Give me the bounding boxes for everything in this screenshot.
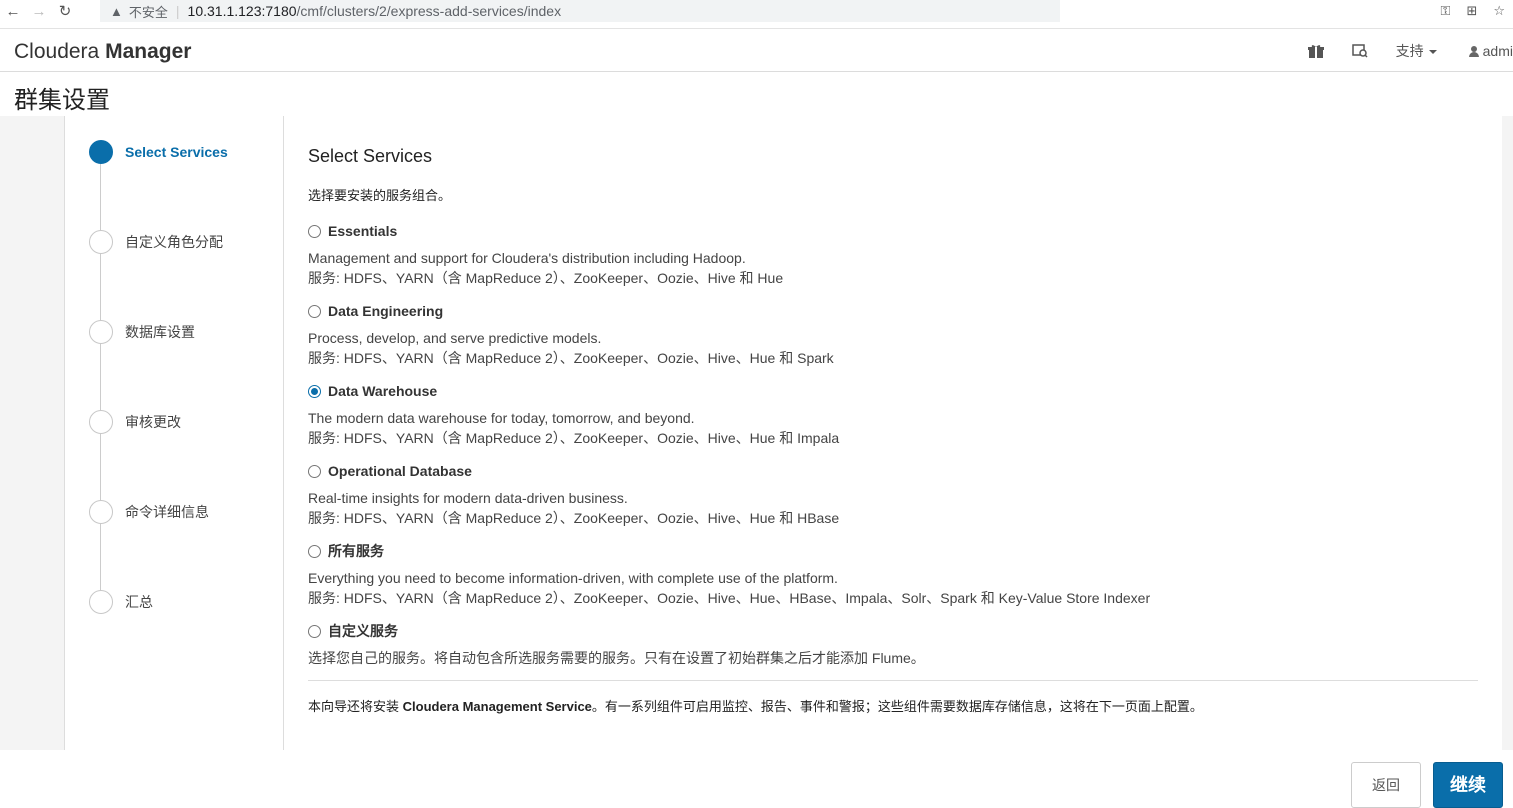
option-description: Real-time insights for modern data-drive…	[308, 490, 628, 506]
support-label: 支持	[1395, 43, 1424, 59]
option-custom-services[interactable]: 自定义服务 选择您自己的服务。将自动包含所选服务需要的服务。只有在设置了初始群集…	[308, 622, 925, 668]
translate-icon[interactable]: ⊞	[1466, 3, 1477, 19]
caret-down-icon	[1428, 50, 1437, 55]
option-name[interactable]: Data Engineering	[328, 303, 443, 319]
search-document-icon[interactable]	[1351, 44, 1368, 58]
footer-note-bold: Cloudera Management Service	[402, 699, 592, 714]
option-all-services[interactable]: 所有服务 Everything you need to become infor…	[308, 542, 1150, 608]
radio-button[interactable]	[308, 624, 321, 638]
step-label: 审核更改	[125, 414, 181, 430]
option-services: 服务: HDFS、YARN（含 MapReduce 2）、ZooKeeper、O…	[308, 590, 1151, 606]
gift-icon[interactable]	[1307, 44, 1324, 58]
continue-button[interactable]: 继续	[1433, 762, 1503, 808]
header-actions: 支持 admi	[1307, 41, 1513, 61]
main-panel: Select Services 选择要安装的服务组合。 Essentials M…	[284, 116, 1502, 750]
option-name[interactable]: Data Warehouse	[328, 383, 437, 399]
security-label[interactable]: 不安全	[129, 2, 168, 21]
option-description: 选择您自己的服务。将自动包含所选服务需要的服务。只有在设置了初始群集之后才能添加…	[308, 650, 925, 666]
brand-light: Cloudera	[14, 40, 100, 63]
browser-actions: ⚿ ⊞ ☆	[1441, 0, 1505, 22]
option-operational-database[interactable]: Operational Database Real-time insights …	[308, 462, 839, 528]
brand-logo[interactable]: Cloudera Manager	[14, 40, 191, 64]
star-icon[interactable]: ☆	[1493, 3, 1505, 19]
address-bar[interactable]: ▲ 不安全 | 10.31.1.123:7180/cmf/clusters/2/…	[100, 0, 1060, 22]
wizard-steps: Select Services 自定义角色分配 数据库设置 审核更改 命令详细信…	[64, 116, 284, 750]
footer-note: 本向导还将安装 Cloudera Management Service。有一系列…	[308, 696, 1203, 715]
step-select-services[interactable]: Select Services	[89, 140, 228, 164]
footer-note-post: 。有一系列组件可启用监控、报告、事件和警报；这些组件需要数据库存储信息，这将在下…	[591, 699, 1203, 714]
step-indicator	[89, 410, 113, 434]
step-database-setup[interactable]: 数据库设置	[89, 320, 195, 344]
step-custom-role-assignment[interactable]: 自定义角色分配	[89, 230, 223, 254]
option-description: The modern data warehouse for today, tom…	[308, 410, 695, 426]
option-name[interactable]: Operational Database	[328, 463, 472, 479]
step-label: 自定义角色分配	[125, 234, 223, 250]
brand-bold: Manager	[105, 40, 192, 63]
step-indicator	[89, 140, 113, 164]
option-name[interactable]: 所有服务	[328, 541, 384, 561]
section-title: Select Services	[308, 146, 433, 166]
option-name[interactable]: Essentials	[328, 223, 397, 239]
user-menu[interactable]: admi	[1468, 43, 1513, 59]
content-area: Select Services 自定义角色分配 数据库设置 审核更改 命令详细信…	[0, 116, 1513, 750]
step-indicator	[89, 500, 113, 524]
page-title: 群集设置	[14, 87, 110, 114]
footer-note-pre: 本向导还将安装	[308, 699, 403, 714]
warning-icon: ▲	[110, 3, 123, 19]
option-data-warehouse[interactable]: Data Warehouse The modern data warehouse…	[308, 382, 839, 448]
forward-arrow-icon[interactable]: →	[26, 3, 52, 20]
radio-button-checked[interactable]	[308, 384, 321, 398]
reload-icon[interactable]: ↻	[52, 2, 78, 20]
option-data-engineering[interactable]: Data Engineering Process, develop, and s…	[308, 302, 834, 368]
key-icon[interactable]: ⚿	[1441, 3, 1451, 19]
step-label: 命令详细信息	[125, 504, 209, 520]
back-button[interactable]: 返回	[1351, 762, 1421, 808]
url-path: /cmf/clusters/2/express-add-services/ind…	[296, 3, 562, 19]
user-icon	[1468, 45, 1479, 57]
app-header: Cloudera Manager 支持 admi	[0, 28, 1513, 72]
option-description: Management and support for Cloudera's di…	[308, 250, 746, 266]
step-indicator	[89, 590, 113, 614]
option-services: 服务: HDFS、YARN（含 MapReduce 2）、ZooKeeper、O…	[308, 510, 840, 526]
option-name[interactable]: 自定义服务	[328, 621, 398, 641]
option-essentials[interactable]: Essentials Management and support for Cl…	[308, 222, 783, 288]
back-arrow-icon[interactable]: ←	[0, 3, 26, 20]
option-description: Process, develop, and serve predictive m…	[308, 330, 602, 346]
step-indicator	[89, 320, 113, 344]
step-connector	[100, 152, 101, 602]
radio-button[interactable]	[308, 464, 321, 478]
option-services: 服务: HDFS、YARN（含 MapReduce 2）、ZooKeeper、O…	[308, 350, 834, 366]
url-separator: |	[175, 3, 180, 19]
divider	[308, 680, 1478, 681]
user-name: admi	[1482, 43, 1513, 59]
url-host: 10.31.1.123:7180	[187, 3, 297, 19]
radio-button[interactable]	[308, 224, 321, 238]
browser-toolbar: ← → ↻ ▲ 不安全 | 10.31.1.123:7180/cmf/clust…	[0, 0, 1513, 22]
step-indicator	[89, 230, 113, 254]
step-label: 数据库设置	[125, 324, 195, 340]
radio-button[interactable]	[308, 544, 321, 558]
support-menu[interactable]: 支持	[1396, 41, 1437, 61]
step-command-details[interactable]: 命令详细信息	[89, 500, 209, 524]
option-services: 服务: HDFS、YARN（含 MapReduce 2）、ZooKeeper、O…	[308, 430, 840, 446]
section-description: 选择要安装的服务组合。	[308, 188, 452, 203]
step-summary[interactable]: 汇总	[89, 590, 153, 614]
option-description: Everything you need to become informatio…	[308, 570, 838, 586]
step-label: 汇总	[125, 594, 153, 610]
radio-button[interactable]	[308, 304, 321, 318]
step-label: Select Services	[125, 144, 228, 160]
step-review-changes[interactable]: 审核更改	[89, 410, 181, 434]
option-services: 服务: HDFS、YARN（含 MapReduce 2）、ZooKeeper、O…	[308, 270, 784, 286]
